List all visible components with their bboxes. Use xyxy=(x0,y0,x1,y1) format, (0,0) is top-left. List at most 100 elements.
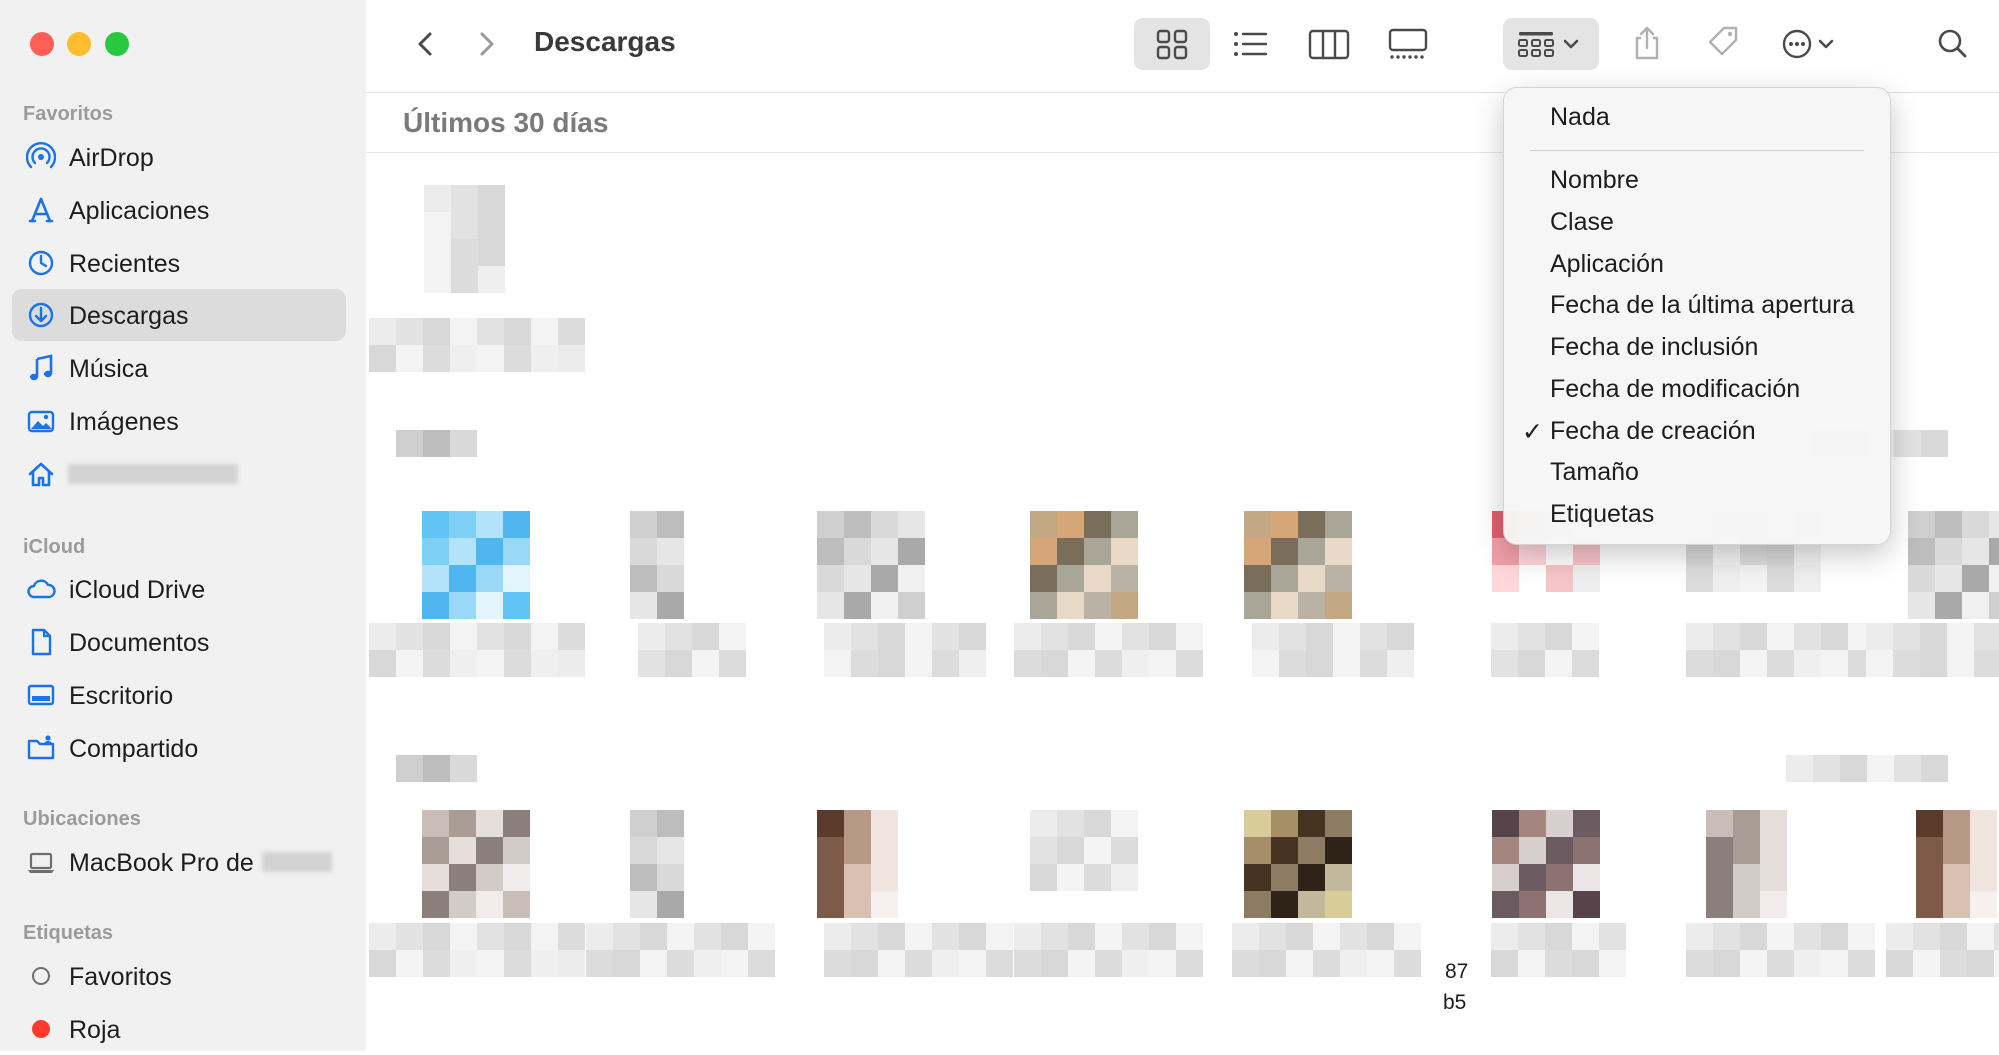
redacted-file-name xyxy=(1014,923,1203,977)
menu-item-fecha-creacion[interactable]: ✓ Fecha de creación xyxy=(1504,410,1890,450)
sidebar-item-recientes[interactable]: Recientes xyxy=(12,237,346,289)
group-icon xyxy=(1518,32,1579,57)
redacted-thumbnail xyxy=(369,318,585,372)
list-icon xyxy=(1234,32,1268,56)
toolbar: Descargas xyxy=(366,0,1999,93)
group-header: Últimos 30 días xyxy=(403,107,609,138)
redacted-file-name xyxy=(824,623,986,677)
menu-item-fecha-modificacion[interactable]: Fecha de modificación xyxy=(1504,368,1890,408)
gallery-icon xyxy=(1388,28,1428,59)
redacted-thumbnail xyxy=(630,511,684,619)
sidebar-item-label: Imágenes xyxy=(69,408,179,436)
menu-item-clase[interactable]: Clase xyxy=(1504,201,1890,241)
sidebar-item-escritorio[interactable]: Escritorio xyxy=(12,669,346,721)
redacted-thumbnail xyxy=(1030,511,1138,619)
sidebar-section-ubicaciones: Ubicaciones xyxy=(23,808,141,830)
share-button[interactable] xyxy=(1622,18,1672,70)
sidebar-section-icloud: iCloud xyxy=(23,536,86,558)
menu-item-label: Fecha de la última apertura xyxy=(1550,291,1855,319)
redacted-thumbnail xyxy=(1244,511,1352,619)
redacted-file-name xyxy=(1866,623,1999,677)
chevron-left-icon xyxy=(418,32,432,56)
redacted-thumbnail xyxy=(817,810,898,918)
redacted-file-name xyxy=(1686,923,1875,977)
file-name-fragment: 87 xyxy=(1445,960,1469,983)
icon-view-button[interactable] xyxy=(1134,18,1210,70)
redacted-file-name xyxy=(1686,623,1875,677)
column-view-button[interactable] xyxy=(1294,18,1364,70)
redacted-file-name xyxy=(1491,623,1599,677)
redacted-file-name xyxy=(586,923,775,977)
more-actions-button[interactable] xyxy=(1770,18,1850,70)
checkmark-icon: ✓ xyxy=(1522,418,1543,446)
redacted-file-name xyxy=(369,623,585,677)
menu-item-fecha-inclusion[interactable]: Fecha de inclusión xyxy=(1504,326,1890,366)
search-icon xyxy=(1938,29,1967,58)
menu-separator xyxy=(1530,150,1864,151)
sidebar-item-label: Documentos xyxy=(69,629,210,657)
music-note-icon xyxy=(30,354,53,381)
menu-item-aplicacion[interactable]: Aplicación xyxy=(1504,243,1890,283)
group-by-menu: Nada Nombre Clase Aplicación Fecha de la… xyxy=(1503,87,1891,545)
sidebar-item-icloud-drive[interactable]: iCloud Drive xyxy=(12,563,346,615)
sidebar-item-macbook[interactable]: MacBook Pro de xyxy=(12,836,346,888)
list-view-button[interactable] xyxy=(1216,18,1286,70)
menu-item-fecha-ultima-apertura[interactable]: Fecha de la última apertura xyxy=(1504,284,1890,324)
sidebar-item-label: iCloud Drive xyxy=(69,576,206,604)
sidebar-item-label: Roja xyxy=(69,1016,121,1044)
menu-item-tamano[interactable]: Tamaño xyxy=(1504,451,1890,491)
back-button[interactable] xyxy=(406,18,446,70)
redacted-thumbnail xyxy=(1916,810,1997,918)
menu-item-label: Fecha de modificación xyxy=(1550,375,1801,403)
menu-item-label: Nombre xyxy=(1550,166,1639,194)
menu-item-label: Clase xyxy=(1550,208,1614,236)
tags-button[interactable] xyxy=(1696,18,1748,70)
window-title: Descargas xyxy=(534,26,676,57)
redacted-thumbnail xyxy=(422,511,530,619)
minimize-window-button[interactable] xyxy=(67,32,91,56)
sidebar-tag-roja[interactable]: Roja xyxy=(12,1003,346,1055)
sidebar-item-documentos[interactable]: Documentos xyxy=(12,616,346,668)
tag-icon xyxy=(1708,26,1738,56)
menu-item-etiquetas[interactable]: Etiquetas xyxy=(1504,493,1890,533)
group-by-button[interactable] xyxy=(1503,18,1599,70)
redacted-thumbnail xyxy=(396,755,477,782)
sidebar-item-musica[interactable]: Música xyxy=(12,342,346,394)
redacted-thumbnail xyxy=(396,430,477,457)
sidebar-item-label: Compartido xyxy=(69,735,199,763)
laptop-icon xyxy=(28,852,54,873)
redacted-thumbnail xyxy=(424,185,505,293)
sidebar-item-home[interactable] xyxy=(12,448,346,500)
document-icon xyxy=(31,628,52,656)
menu-item-label: Tamaño xyxy=(1550,458,1639,486)
sidebar-item-label: Favoritos xyxy=(69,963,172,991)
sidebar-item-label: Recientes xyxy=(69,250,181,278)
menu-item-nada[interactable]: Nada xyxy=(1504,96,1890,136)
sidebar-item-compartido[interactable]: Compartido xyxy=(12,722,346,774)
redacted-username xyxy=(68,464,238,484)
sidebar-item-label: Descargas xyxy=(69,302,189,330)
redacted-thumbnail xyxy=(1706,810,1787,918)
redacted-file-name xyxy=(1232,923,1421,977)
search-button[interactable] xyxy=(1928,18,1978,70)
home-icon xyxy=(28,462,54,487)
tag-empty-circle-icon xyxy=(32,967,50,985)
sidebar-item-imagenes[interactable]: Imágenes xyxy=(12,395,346,447)
grid-icon xyxy=(1156,29,1188,60)
zoom-window-button[interactable] xyxy=(105,32,129,56)
airdrop-icon xyxy=(26,142,56,169)
redacted-file-name xyxy=(369,923,585,977)
sidebar-tag-favoritos[interactable]: Favoritos xyxy=(12,950,346,1002)
redacted-file-name xyxy=(1886,923,1999,977)
gallery-view-button[interactable] xyxy=(1372,18,1444,70)
sidebar-section-favoritos: Favoritos xyxy=(23,103,114,125)
sidebar-item-aplicaciones[interactable]: Aplicaciones xyxy=(12,184,346,236)
menu-item-label: Nada xyxy=(1550,103,1610,131)
forward-button[interactable] xyxy=(466,18,506,70)
sidebar-item-descargas[interactable]: Descargas xyxy=(12,289,346,341)
sidebar: Favoritos AirDrop Aplicaciones Recientes… xyxy=(0,0,367,1051)
menu-item-nombre[interactable]: Nombre xyxy=(1504,159,1890,199)
sidebar-item-airdrop[interactable]: AirDrop xyxy=(12,131,346,183)
close-window-button[interactable] xyxy=(30,32,54,56)
cloud-icon xyxy=(27,579,56,599)
